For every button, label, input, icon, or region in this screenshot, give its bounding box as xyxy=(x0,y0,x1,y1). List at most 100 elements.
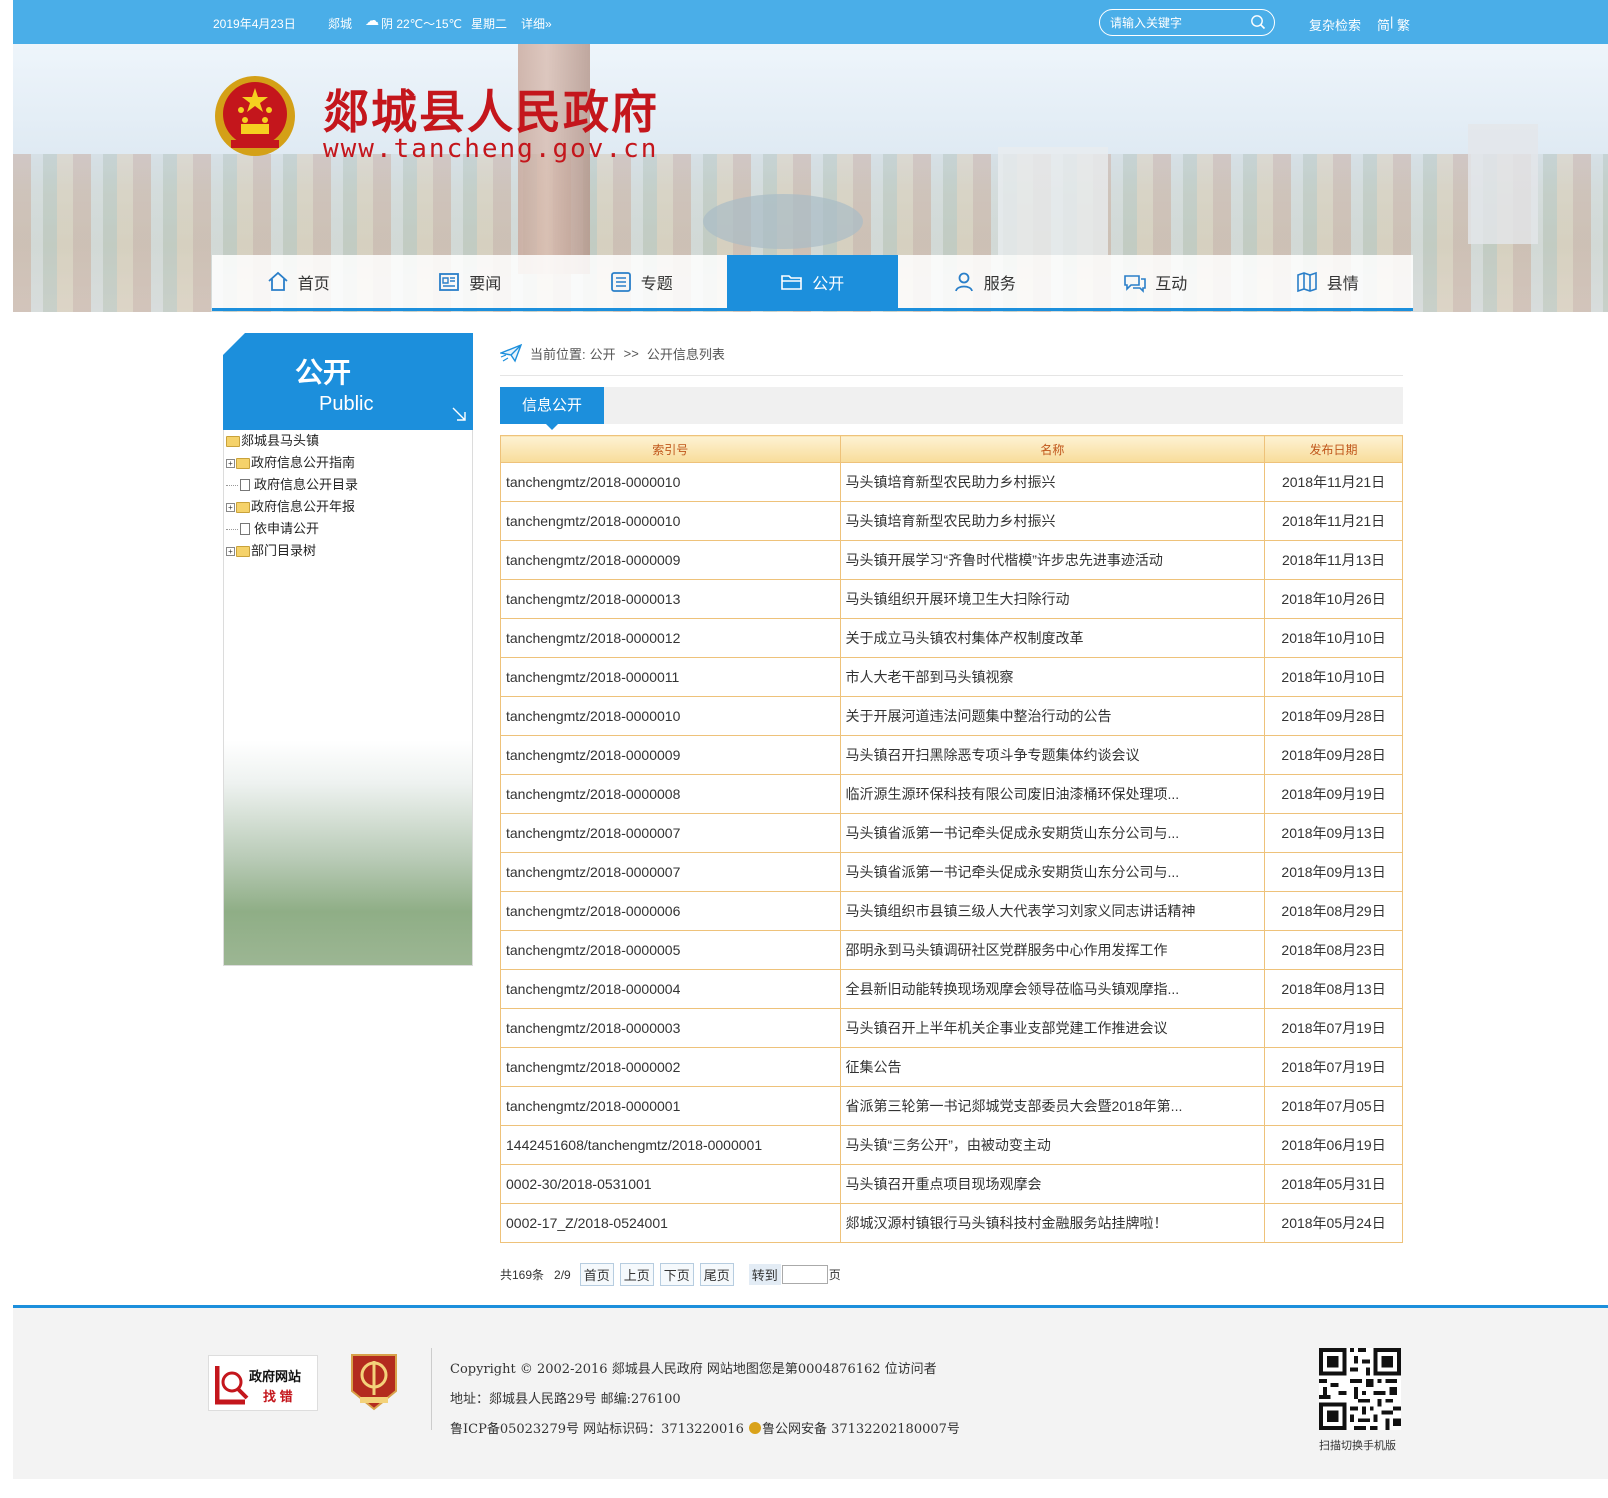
cell-index: tanchengmtz/2018-0000007 xyxy=(500,852,841,892)
cell-date: 2018年11月13日 xyxy=(1264,540,1403,580)
table-row[interactable]: tanchengmtz/2018-0000005 邵明永到马头镇调研社区党群服务中… xyxy=(500,930,1403,970)
cell-date: 2018年10月26日 xyxy=(1264,579,1403,619)
table-row[interactable]: tanchengmtz/2018-0000007 马头镇省派第一书记牵头促成永安期… xyxy=(500,852,1403,892)
cell-name-link[interactable]: 马头镇召开上半年机关企事业支部党建工作推进会议 xyxy=(839,1008,1266,1048)
expand-icon[interactable]: + xyxy=(226,546,235,556)
table-row[interactable]: tanchengmtz/2018-0000010 关于开展河道违法问题集中整治行动… xyxy=(500,696,1403,736)
table-row[interactable]: tanchengmtz/2018-0000008 临沂源生源环保科技有限公司废旧油… xyxy=(500,774,1403,814)
cell-name-link[interactable]: 马头镇组织市县镇三级人大代表学习刘家义同志讲话精神 xyxy=(839,891,1266,931)
table-row[interactable]: tanchengmtz/2018-0000013 马头镇组织开展环境卫生大扫除行动… xyxy=(500,579,1403,619)
table-row[interactable]: tanchengmtz/2018-0000001 省派第三轮第一书记郯城党支部委员… xyxy=(500,1086,1403,1126)
cell-index: tanchengmtz/2018-0000003 xyxy=(500,1008,841,1048)
nav-item-public[interactable]: 公开 xyxy=(726,255,898,308)
breadcrumb-prefix: 当前位置: xyxy=(530,346,586,362)
expand-icon[interactable]: + xyxy=(226,458,235,468)
nav-item-label: 公开 xyxy=(812,275,845,293)
cell-name-link[interactable]: 征集公告 xyxy=(839,1047,1266,1087)
police-record-text[interactable]: 鲁公网安备 37132202180007号 xyxy=(762,1422,960,1437)
tree-node-label: 郯城县马头镇 xyxy=(241,433,320,448)
cell-name-link[interactable]: 市人大老干部到马头镇视察 xyxy=(839,657,1266,697)
traditional-chinese-link[interactable]: 繁 xyxy=(1397,15,1410,34)
cell-date: 2018年11月21日 xyxy=(1264,501,1403,541)
site-url: www.tancheng.gov.cn xyxy=(323,134,659,164)
table-row[interactable]: tanchengmtz/2018-0000009 马头镇召开扫黑除恶专项斗争专题集… xyxy=(500,735,1403,775)
table-row[interactable]: tanchengmtz/2018-0000010 马头镇培育新型农民助力乡村振兴 2… xyxy=(500,462,1403,502)
weather-detail-link[interactable]: 详细» xyxy=(521,15,552,32)
icp-text[interactable]: 鲁ICP备05023279号 网站标识码：3713220016 xyxy=(450,1422,744,1437)
table-row[interactable]: tanchengmtz/2018-0000002 征集公告 2018年07月19日 xyxy=(500,1047,1403,1087)
nav-item-county-info[interactable]: 县情 xyxy=(1241,255,1413,308)
cell-name-link[interactable]: 临沂源生源环保科技有限公司废旧油漆桶环保处理项... xyxy=(839,774,1266,814)
table-row[interactable]: tanchengmtz/2018-0000011 市人大老干部到马头镇视察 2018… xyxy=(500,657,1403,697)
cell-index: tanchengmtz/2018-0000010 xyxy=(500,462,841,502)
cell-name-link[interactable]: 马头镇召开重点项目现场观摩会 xyxy=(839,1164,1266,1204)
table-row[interactable]: tanchengmtz/2018-0000006 马头镇组织市县镇三级人大代表学习… xyxy=(500,891,1403,931)
user-icon xyxy=(954,272,973,291)
cell-name-link[interactable]: 马头镇省派第一书记牵头促成永安期货山东分公司与... xyxy=(839,852,1266,892)
breadcrumb-current: 公开信息列表 xyxy=(646,346,725,362)
report-error-badge[interactable]: 政府网站 找 错 xyxy=(208,1355,318,1411)
home-icon xyxy=(268,271,288,291)
tab-info-public[interactable]: 信息公开 xyxy=(500,387,604,430)
tree-node-root[interactable]: 郯城县马头镇 xyxy=(226,430,358,452)
lang-separator: | xyxy=(1390,14,1394,29)
cell-name-link[interactable]: 马头镇培育新型农民助力乡村振兴 xyxy=(839,462,1266,502)
cell-name-link[interactable]: 马头镇省派第一书记牵头促成永安期货山东分公司与... xyxy=(839,813,1266,853)
goto-page-input[interactable] xyxy=(781,1265,828,1284)
cell-index: tanchengmtz/2018-0000009 xyxy=(500,540,841,580)
banner-building xyxy=(1468,124,1538,244)
table-row[interactable]: tanchengmtz/2018-0000009 马头镇开展学习“齐鲁时代楷模”许… xyxy=(500,540,1403,580)
cell-name-link[interactable]: 马头镇培育新型农民助力乡村振兴 xyxy=(839,501,1266,541)
goto-button[interactable]: 转到 xyxy=(748,1264,781,1285)
tree-node-annual-report[interactable]: + 政府信息公开年报 xyxy=(226,496,358,518)
table-row[interactable]: tanchengmtz/2018-0000004 全县新旧动能转换现场观摩会领导莅… xyxy=(500,969,1403,1009)
tree-node-department-tree[interactable]: + 部门目录树 xyxy=(226,540,358,562)
nav-item-service[interactable]: 服务 xyxy=(898,255,1070,308)
next-page-button[interactable]: 下页 xyxy=(659,1263,694,1286)
cell-name-link[interactable]: 马头镇“三务公开”，由被动变主动 xyxy=(839,1125,1266,1165)
breadcrumb-link-public[interactable]: 公开 xyxy=(590,344,616,363)
nav-item-interact[interactable]: 互动 xyxy=(1070,255,1242,308)
table-row[interactable]: 1442451608/tanchengmtz/2018-0000001 马头镇“三… xyxy=(500,1125,1403,1165)
cell-date: 2018年07月19日 xyxy=(1264,1008,1403,1048)
party-government-badge-icon[interactable] xyxy=(348,1351,400,1411)
advanced-search-link[interactable]: 复杂检索 xyxy=(1309,15,1361,34)
tree-node-label: 政府信息公开指南 xyxy=(251,455,356,470)
search-icon[interactable] xyxy=(1250,14,1266,30)
cell-name-link[interactable]: 省派第三轮第一书记郯城党支部委员大会暨2018年第... xyxy=(839,1086,1266,1126)
banner-building xyxy=(998,147,1108,255)
cell-name-link[interactable]: 关于成立马头镇农村集体产权制度改革 xyxy=(839,618,1266,658)
last-page-button[interactable]: 尾页 xyxy=(699,1263,734,1286)
nav-item-news[interactable]: 要闻 xyxy=(384,255,556,308)
tree-node-catalog[interactable]: 政府信息公开目录 xyxy=(226,474,358,496)
table-row[interactable]: 0002-17_Z/2018-0524001 郯城汉源村镇银行马头镇科技村金融服务… xyxy=(500,1203,1403,1243)
table-row[interactable]: tanchengmtz/2018-0000003 马头镇召开上半年机关企事业支部党… xyxy=(500,1008,1403,1048)
qr-caption: 扫描切换手机版 xyxy=(1319,1440,1396,1452)
table-row[interactable]: tanchengmtz/2018-0000012 关于成立马头镇农村集体产权制度改… xyxy=(500,618,1403,658)
table-row[interactable]: tanchengmtz/2018-0000007 马头镇省派第一书记牵头促成永安期… xyxy=(500,813,1403,853)
cell-name-link[interactable]: 关于开展河道违法问题集中整治行动的公告 xyxy=(839,696,1266,736)
nav-item-home[interactable]: 首页 xyxy=(212,255,384,308)
table-row[interactable]: tanchengmtz/2018-0000010 马头镇培育新型农民助力乡村振兴 2… xyxy=(500,501,1403,541)
search-input[interactable] xyxy=(1110,13,1250,32)
cell-name-link[interactable]: 邵明永到马头镇调研社区党群服务中心作用发挥工作 xyxy=(839,930,1266,970)
cell-name-link[interactable]: 郯城汉源村镇银行马头镇科技村金融服务站挂牌啦！ xyxy=(839,1203,1266,1243)
first-page-button[interactable]: 首页 xyxy=(579,1263,614,1286)
cell-name-link[interactable]: 马头镇组织开展环境卫生大扫除行动 xyxy=(839,579,1266,619)
police-badge-icon xyxy=(748,1422,761,1434)
prev-page-button[interactable]: 上页 xyxy=(619,1263,654,1286)
cell-name-link[interactable]: 全县新旧动能转换现场观摩会领导莅临马头镇观摩指... xyxy=(839,969,1266,1009)
cell-name-link[interactable]: 马头镇召开扫黑除恶专项斗争专题集体约谈会议 xyxy=(839,735,1266,775)
paper-plane-icon xyxy=(500,343,522,363)
address-text: 地址：郯城县人民路29号 邮编:276100 xyxy=(450,1392,681,1407)
nav-item-topics[interactable]: 专题 xyxy=(555,255,727,308)
cell-name-link[interactable]: 马头镇开展学习“齐鲁时代楷模”许步忠先进事迹活动 xyxy=(839,540,1266,580)
tree-node-guide[interactable]: + 政府信息公开指南 xyxy=(226,452,358,474)
tree-node-on-request[interactable]: 依申请公开 xyxy=(226,518,358,540)
tree-node-label: 政府信息公开目录 xyxy=(254,477,359,492)
cell-index: tanchengmtz/2018-0000004 xyxy=(500,969,841,1009)
expand-icon[interactable]: + xyxy=(226,502,235,512)
table-row[interactable]: 0002-30/2018-0531001 马头镇召开重点项目现场观摩会 2018年0… xyxy=(500,1164,1403,1204)
nav-item-label: 要闻 xyxy=(469,275,502,293)
simplified-chinese-link[interactable]: 简 xyxy=(1377,15,1390,34)
